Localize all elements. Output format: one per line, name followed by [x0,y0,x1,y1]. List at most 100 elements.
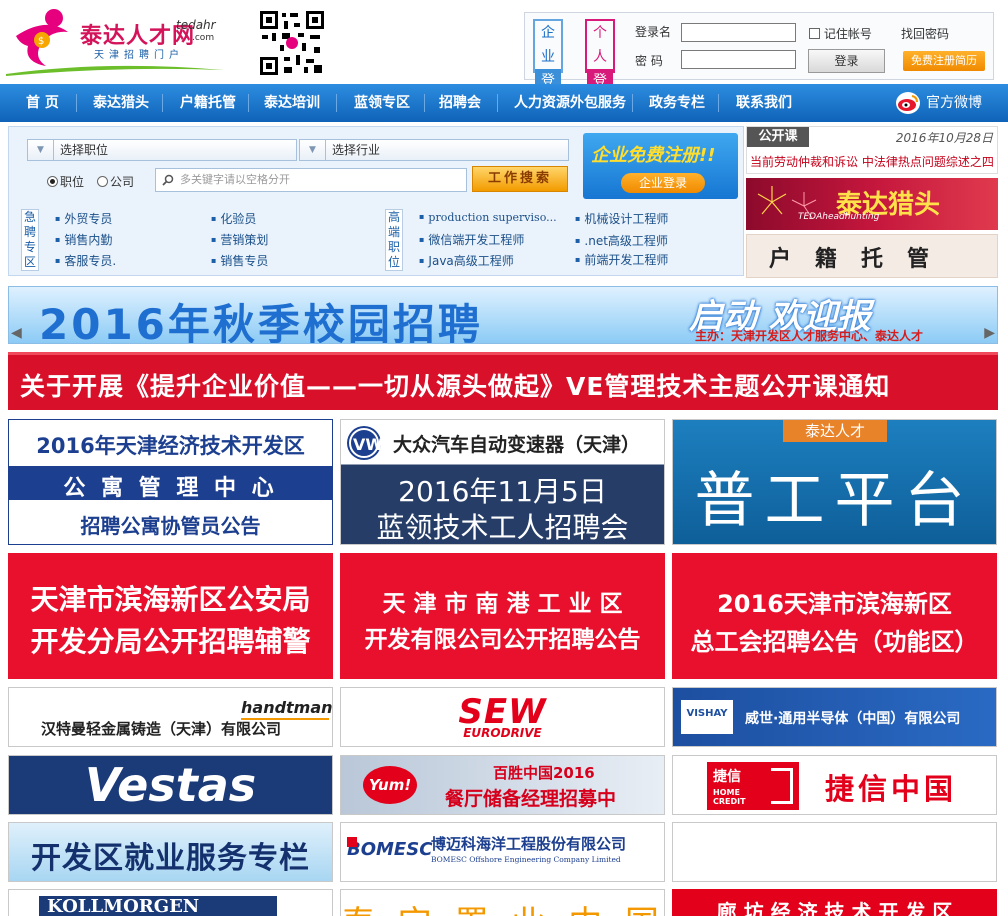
homecredit-bracket [771,768,793,804]
vestas-logo: Vestas [84,758,257,812]
senior-jobs-label: 高端职位 [385,209,403,271]
chevron-down-icon: ▼ [300,140,326,160]
ve-course-banner[interactable]: 关于开展《提升企业价值——一切从源头做起》VE管理技术主题公开课通知 [8,352,998,410]
senior-job-link[interactable]: production superviso... [419,211,556,224]
nav-item-training[interactable]: 泰达培训 [264,84,320,122]
qr-code-icon [258,9,326,77]
homecredit-tile[interactable]: 捷信 HOME CREDIT 捷信中国 [672,755,997,815]
senior-job-link[interactable]: Java高级工程师 [419,252,513,269]
nangang-recruit-tile[interactable]: 天 津 市 南 港 工 业 区 开发有限公司公开招聘公告 [340,553,665,679]
open-course-date: 2016年10月28日 [895,131,993,145]
urgent-job-link[interactable]: 销售内勤 [55,231,112,248]
vestas-tile[interactable]: Vestas [8,755,333,815]
company-login-tab[interactable]: 企业 登录 [533,19,563,117]
nav-item-hr-outsourcing[interactable]: 人力资源外包服务 [514,84,626,122]
job-search-button[interactable]: 工作搜索 [472,166,568,192]
tile-text: 公 寓 管 理 中 心 [63,476,278,501]
forgot-password-link[interactable]: 找回密码 [901,25,949,42]
urgent-job-link[interactable]: 销售专员 [211,252,268,269]
senior-job-link[interactable]: 前端开发工程师 [575,251,668,268]
kollmorgen-logo: KOLLMORGEN [47,896,200,916]
homecredit-logo-sub: HOME CREDIT [713,788,746,806]
tile-text: 威世·通用半导体（中国）有限公司 [745,711,961,727]
nav-item-weibo[interactable]: 官方微博 [926,84,982,122]
person-login-top: 个人 [593,25,607,65]
urgent-job-link[interactable]: 化验员 [211,210,256,227]
senior-job-link[interactable]: 机械设计工程师 [575,210,668,227]
nav-item-headhunting[interactable]: 泰达猎头 [93,84,149,122]
yum-tile[interactable]: Yum! 百胜中国2016 餐厅储备经理招募中 [340,755,665,815]
radio-company[interactable]: 公司 [97,173,134,190]
nav-divider [336,94,337,112]
tile-text: 普工平台 [694,466,975,536]
position-select[interactable]: ▼ 选择职位 [27,139,297,161]
kollmorgen-tile[interactable]: KOLLMORGEN [8,889,333,916]
person-login-tab[interactable]: 个人 登录 [585,19,615,117]
langfang-tile[interactable]: 廊 坊 经 济 技 术 开 发 区 [672,889,997,916]
campus-banner-title: 2016年秋季校园招聘 [39,300,483,344]
urgent-job-link[interactable]: 外贸专员 [55,210,112,227]
remember-label: 记住帐号 [823,27,872,41]
keyword-placeholder: 多关键字请以空格分开 [180,173,290,186]
ve-banner-title: 关于开展《提升企业价值——一切从源头做起》VE管理技术主题公开课通知 [20,372,891,401]
keyword-input[interactable]: 多关键字请以空格分开 [155,168,467,192]
tile-text: 2016天津市滨海新区 [717,590,952,618]
nav-item-contact[interactable]: 联系我们 [736,84,792,122]
bomesc-tile[interactable]: BOMESC 博迈科海洋工程股份有限公司 BOMESC Offshore Eng… [340,822,665,882]
headhunting-banner[interactable]: 泰达猎头 TEDAheadhunting [746,178,998,230]
nav-item-huji[interactable]: 户籍托管 [180,84,236,122]
apartment-recruit-tile[interactable]: 2016年天津经济技术开发区 公 寓 管 理 中 心 招聘公寓协管员公告 [8,419,333,545]
worker-platform-tile[interactable]: 泰达人才 普工平台 [672,419,997,545]
svg-text:VW: VW [353,435,383,454]
empty-ad-tile[interactable] [672,822,997,882]
logo-tagline: 天津招聘门户 [94,50,184,61]
huji-banner[interactable]: 户籍托管 [746,234,998,278]
radio-company-label: 公司 [110,175,135,189]
campus-recruit-banner[interactable]: 2016年秋季校园招聘 启动 欢迎报名！！！ 主办：天津开发区人才服务中心、泰达… [8,286,998,344]
vw-jobfair-tile[interactable]: VW 大众汽车自动变速器（天津） 2016年11月5日 蓝领技术工人招聘会 [340,419,665,545]
industry-select[interactable]: ▼ 选择行业 [299,139,569,161]
handtmann-tile[interactable]: handtmann 汉特曼轻金属铸造（天津）有限公司 [8,687,333,747]
tile-text: 蓝领技术工人招聘会 [376,511,629,544]
company-register-ad-title: 企业免费注册!! [591,145,716,166]
remember-checkbox[interactable]: 记住帐号 [809,25,872,42]
sew-logo-sub: EURODRIVE [463,726,542,740]
prev-arrow-icon[interactable]: ◀ [11,325,29,341]
vishay-tile[interactable]: VISHAY 威世·通用半导体（中国）有限公司 [672,687,997,747]
open-course-box: 公开课 2016年10月28日 当前劳动仲裁和诉讼 中法律热点问题综述之四 [746,126,998,174]
devzone-employment-tile[interactable]: 开发区就业服务专栏 [8,822,333,882]
tile-text: BOMESC Offshore Engineering Company Limi… [431,855,621,864]
nav-item-government[interactable]: 政务专栏 [649,84,705,122]
tile-text: 招聘公寓协管员公告 [80,514,261,538]
union-recruit-tile[interactable]: 2016天津市滨海新区 总工会招聘公告（功能区） [672,553,997,679]
weibo-icon[interactable] [896,92,920,114]
urgent-job-link[interactable]: 营销策划 [211,231,268,248]
tile-text: 开发区就业服务专栏 [31,841,310,876]
password-input[interactable] [681,50,796,69]
tile-text: 百胜中国2016 [493,764,595,782]
company-login-ad-button[interactable]: 企业登录 [621,173,705,193]
senior-job-link[interactable]: 微信端开发工程师 [419,231,524,248]
sew-tile[interactable]: SEW EURODRIVE [340,687,665,747]
job-search-panel: ▼ 选择职位 ▼ 选择行业 职位 公司 多关键字请以空格分开 工作搜索 急聘专区… [8,126,744,276]
radio-job[interactable]: 职位 [47,173,84,190]
urgent-job-link[interactable]: 客服专员. [55,252,116,269]
site-logo[interactable]: $ 泰达人才网 tedahr .com 天津招聘门户 [6,6,226,80]
senior-job-link[interactable]: .net高级工程师 [575,232,668,249]
tile-text: 捷信中国 [825,772,958,806]
nav-item-home[interactable]: 首 页 [26,84,59,122]
login-button[interactable]: 登录 [808,49,885,73]
login-panel: 企业 登录 个人 登录 登录名 密 码 记住帐号 找回密码 登录 免费注册简历 [524,12,994,117]
username-input[interactable] [681,23,796,42]
register-resume-button[interactable]: 免费注册简历 [903,51,985,71]
open-course-title-link[interactable]: 当前劳动仲裁和诉讼 中法律热点问题综述之四 [750,153,996,170]
police-recruit-tile[interactable]: 天津市滨海新区公安局 开发分局公开招聘辅警 [8,553,333,679]
nav-divider [162,94,163,112]
nav-divider [632,94,633,112]
nav-item-jobfair[interactable]: 招聘会 [439,84,481,122]
bottom-mid-tile[interactable]: 泰 宝 置 业 中 国 [340,889,665,916]
company-register-ad[interactable]: 企业免费注册!! 企业登录 [583,133,738,199]
bomesc-logo: BOMESC [347,839,433,860]
next-arrow-icon[interactable]: ▶ [977,325,995,341]
nav-item-bluecollar[interactable]: 蓝领专区 [354,84,410,122]
